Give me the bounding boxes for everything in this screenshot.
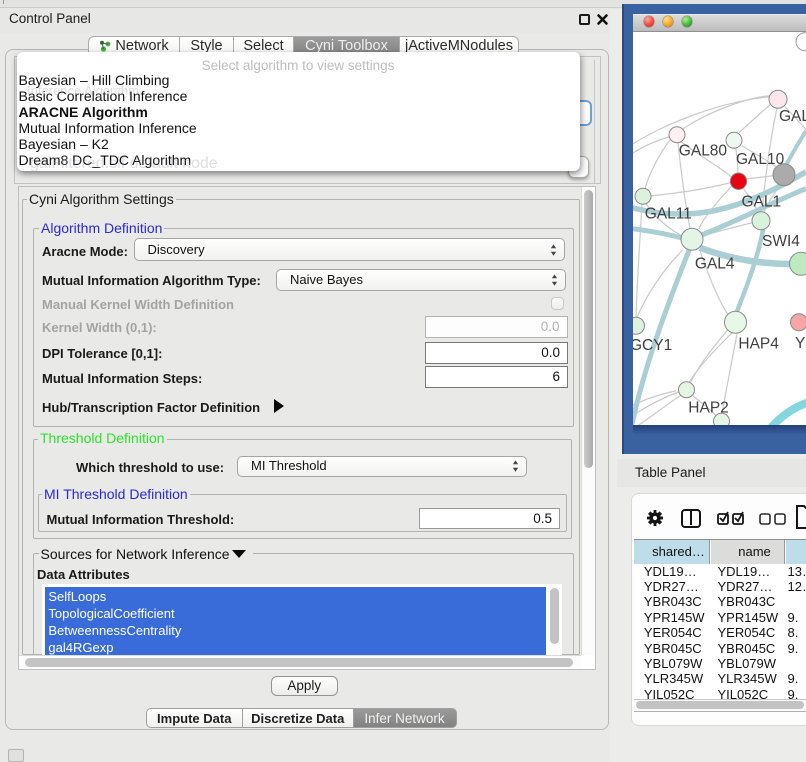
svg-text:GAL1: GAL1 (742, 193, 782, 210)
svg-text:GAL10: GAL10 (736, 150, 785, 167)
svg-text:GAL4: GAL4 (695, 255, 735, 272)
svg-text:YJ: YJ (795, 334, 806, 351)
svg-text:GAL11: GAL11 (645, 205, 692, 222)
svg-text:GCY1: GCY1 (633, 336, 672, 353)
svg-text:GAL2: GAL2 (779, 107, 806, 124)
svg-text:GAL80: GAL80 (679, 142, 728, 159)
svg-text:HAP2: HAP2 (688, 399, 729, 416)
svg-text:HAP4: HAP4 (738, 335, 779, 352)
svg-text:SWI4: SWI4 (762, 232, 800, 249)
